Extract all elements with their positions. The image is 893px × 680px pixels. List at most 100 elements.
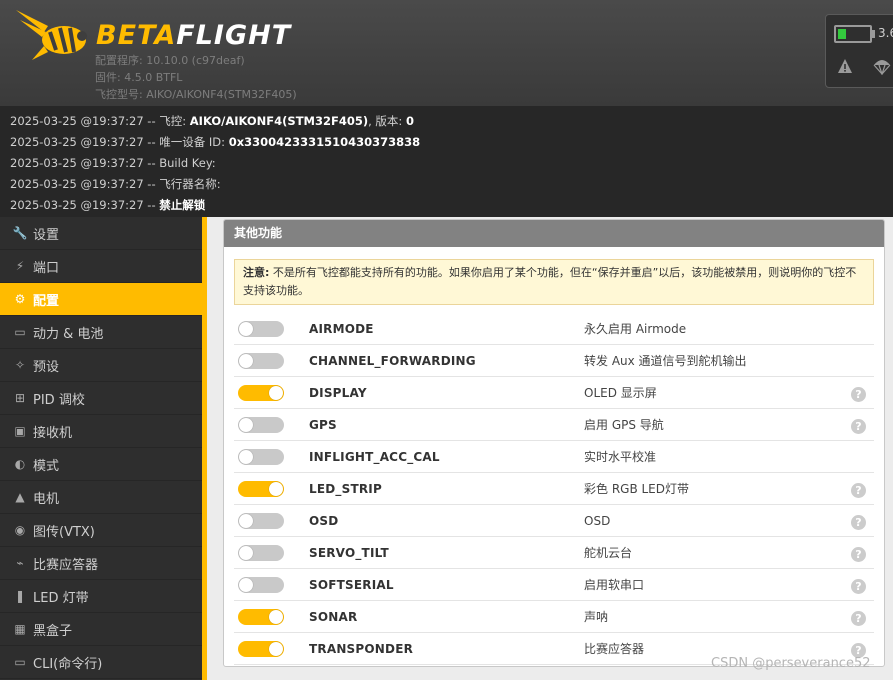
feature-description: 永久启用 Airmode <box>584 322 687 336</box>
sidebar-item-label: 比赛应答器 <box>33 557 99 573</box>
terminal-icon: ▭ <box>14 655 26 669</box>
feature-toggle[interactable] <box>238 576 284 593</box>
feature-description: OLED 显示屏 <box>584 386 657 400</box>
feature-row: CHANNEL_FORWARDING 转发 Aux 通道信号到舵机输出 <box>234 345 874 377</box>
feature-row: OSD OSD? <box>234 505 874 537</box>
feature-description: 启用 GPS 导航 <box>584 418 664 432</box>
sidebar-item-label: LED 灯带 <box>33 590 89 606</box>
feature-toggle[interactable] <box>238 384 284 401</box>
help-icon[interactable]: ? <box>851 547 866 562</box>
help-icon[interactable]: ? <box>851 611 866 626</box>
feature-row: LED_STRIP 彩色 RGB LED灯带? <box>234 473 874 505</box>
feature-description: 实时水平校准 <box>584 450 657 464</box>
sidebar-item[interactable]: ⚙ 配置 <box>0 283 202 316</box>
wrench-icon: 🔧 <box>12 226 28 240</box>
receiver-icon: ▣ <box>14 424 26 438</box>
feature-row: SERVO_TILT 舵机云台? <box>234 537 874 569</box>
toggle-knob <box>269 609 283 624</box>
note-label: 注意: <box>243 266 270 279</box>
sidebar-item-label: 图传(VTX) <box>33 524 95 540</box>
feature-toggle[interactable] <box>238 512 284 529</box>
blackbox-icon: ▦ <box>14 622 26 636</box>
log-line: 2025-03-25 @19:37:27 -- 飞行器名称: <box>0 174 893 195</box>
sidebar-item-label: 配置 <box>33 293 60 309</box>
toggle-knob <box>239 577 253 592</box>
help-icon[interactable]: ? <box>851 483 866 498</box>
feature-list: AIRMODE 永久启用 Airmode CHANNEL_FORWARDING 转发 … <box>224 313 884 665</box>
switch-icon: ◐ <box>14 457 26 471</box>
feature-toggle[interactable] <box>238 544 284 561</box>
feature-name: SONAR <box>309 609 358 624</box>
feature-row: INFLIGHT_ACC_CAL 实时水平校准 <box>234 441 874 473</box>
battery-icon <box>834 25 872 43</box>
compatibility-note: 注意: 不是所有飞控都能支持所有的功能。如果你启用了某个功能，但在“保存并重启”… <box>234 259 874 305</box>
log-text: 2025-03-25 @19:37:27 -- <box>10 198 160 212</box>
sidebar-item[interactable]: ◐ 模式 <box>0 448 202 481</box>
help-icon[interactable]: ? <box>851 387 866 402</box>
feature-row: AIRMODE 永久启用 Airmode <box>234 313 874 345</box>
sidebar-item[interactable]: ⊞ PID 调校 <box>0 382 202 415</box>
feature-toggle[interactable] <box>238 608 284 625</box>
feature-toggle[interactable] <box>238 480 284 497</box>
sidebar-item[interactable]: ✧ 预设 <box>0 349 202 382</box>
toggle-knob <box>269 641 283 656</box>
broadcast-icon: ◉ <box>14 523 26 537</box>
log-value: 0x3300423331510430373838 <box>228 135 421 149</box>
battery-voltage: 3.6 <box>878 26 893 40</box>
sidebar-item[interactable]: ❚ LED 灯带 <box>0 580 202 613</box>
sidebar-item[interactable]: ▦ 黑盒子 <box>0 613 202 646</box>
sidebar-item-label: 动力 & 电池 <box>33 326 104 342</box>
log-text: 2025-03-25 @19:37:27 -- 唯一设备 ID: <box>10 135 229 149</box>
log-line: 2025-03-25 @19:37:27 -- Build Key: <box>0 153 893 174</box>
motor-icon: ▲ <box>15 490 25 504</box>
sidebar-item-label: 黑盒子 <box>33 623 73 639</box>
feature-name: TRANSPONDER <box>309 641 414 656</box>
status-panel: 3.6 <box>825 14 893 88</box>
feature-description: 启用软串口 <box>584 578 645 592</box>
sidebar-item[interactable]: ◉ 图传(VTX) <box>0 514 202 547</box>
configurator-version: 配置程序: 10.10.0 (c97deaf) <box>95 54 245 67</box>
feature-description: 转发 Aux 通道信号到舵机输出 <box>584 354 747 368</box>
feature-name: DISPLAY <box>309 385 367 400</box>
feature-name: INFLIGHT_ACC_CAL <box>309 449 440 464</box>
sidebar-item-label: 端口 <box>33 260 60 276</box>
toggle-knob <box>269 385 283 400</box>
failsafe-parachute-icon <box>873 60 891 75</box>
feature-toggle[interactable] <box>238 448 284 465</box>
tab-sidebar: 🔧 设置 ⚡ 端口 ⚙ 配置 ▭ 动力 & 电池 ✧ 预设 ⊞ PID 调校 ▣ 接收机 ◐ 模式 ▲ 电机 ◉ 图传… <box>0 217 202 680</box>
log-value: 禁止解锁 <box>159 198 206 212</box>
sidebar-item[interactable]: ⚡ 端口 <box>0 250 202 283</box>
sitemap-icon: ⊞ <box>14 391 26 405</box>
log-text: 2025-03-25 @19:37:27 -- 飞控: <box>10 114 190 128</box>
sidebar-item-label: CLI(命令行) <box>33 656 103 672</box>
help-icon[interactable]: ? <box>851 515 866 530</box>
log-line: 2025-03-25 @19:37:27 -- 飞控: AIKO/AIKONF4… <box>0 111 893 132</box>
feature-row: DISPLAY OLED 显示屏? <box>234 377 874 409</box>
log-line: 2025-03-25 @19:37:27 -- 禁止解锁 <box>0 195 893 216</box>
feature-toggle[interactable] <box>238 352 284 369</box>
sidebar-item[interactable]: ▲ 电机 <box>0 481 202 514</box>
toggle-knob <box>239 513 253 528</box>
sidebar-item[interactable]: ▣ 接收机 <box>0 415 202 448</box>
battery-icon: ▭ <box>14 325 26 339</box>
help-icon[interactable]: ? <box>851 579 866 594</box>
help-icon[interactable]: ? <box>851 419 866 434</box>
sidebar-item[interactable]: 🔧 设置 <box>0 217 202 250</box>
feature-name: CHANNEL_FORWARDING <box>309 353 476 368</box>
connection-log: 2025-03-25 @19:37:27 -- 飞控: AIKO/AIKONF4… <box>0 106 893 217</box>
toggle-knob <box>239 417 253 432</box>
toggle-knob <box>239 449 253 464</box>
feature-toggle[interactable] <box>238 320 284 337</box>
feature-toggle[interactable] <box>238 416 284 433</box>
feature-description: 比赛应答器 <box>584 642 645 656</box>
log-text: 2025-03-25 @19:37:27 -- Build Key: <box>10 156 216 170</box>
sidebar-item[interactable]: ⌁ 比赛应答器 <box>0 547 202 580</box>
feature-name: AIRMODE <box>309 321 374 336</box>
bee-logo-icon <box>16 10 87 60</box>
feature-description: OSD <box>584 513 611 528</box>
feature-description: 彩色 RGB LED灯带 <box>584 482 690 496</box>
sidebar-item[interactable]: ▭ CLI(命令行) <box>0 646 202 679</box>
sidebar-item[interactable]: ▭ 动力 & 电池 <box>0 316 202 349</box>
feature-toggle[interactable] <box>238 640 284 657</box>
log-text: 2025-03-25 @19:37:27 -- 飞行器名称: <box>10 177 221 191</box>
